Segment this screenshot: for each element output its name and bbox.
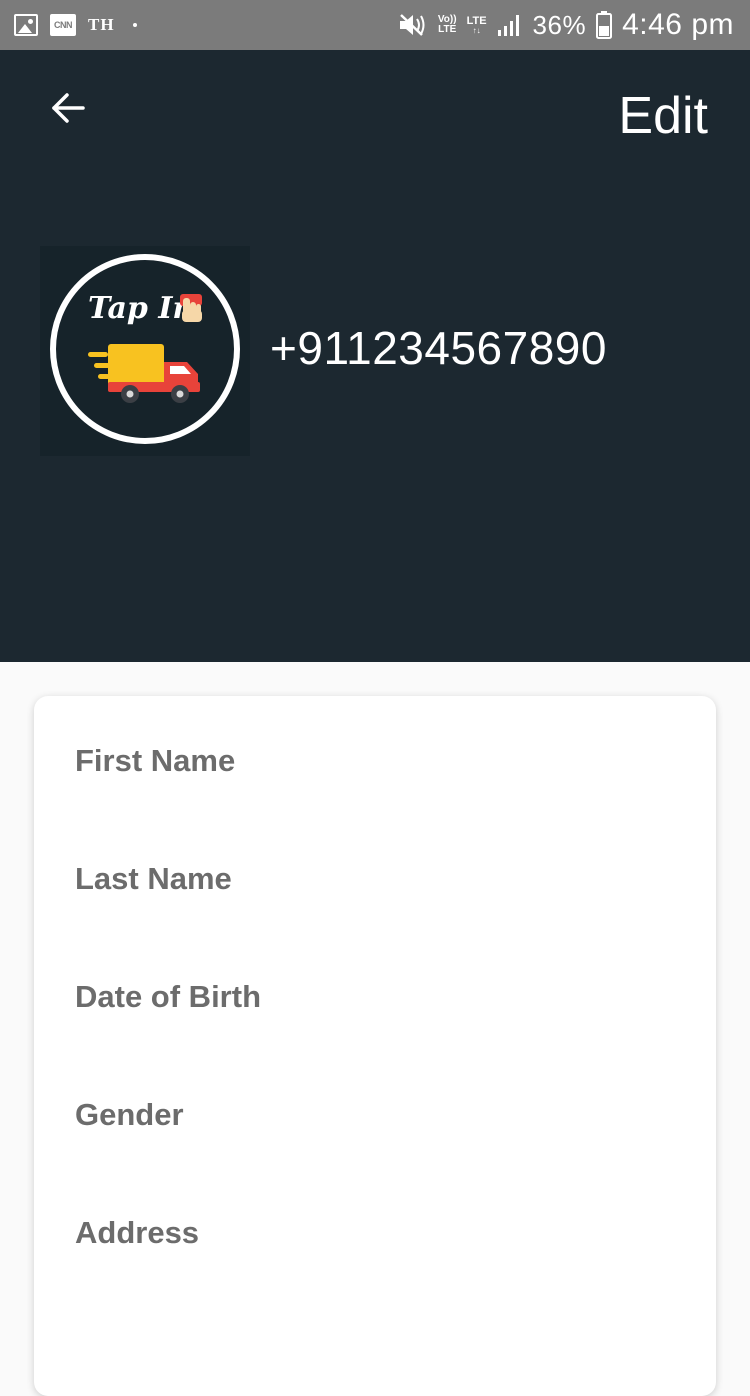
phone-number: +911234567890 <box>270 322 607 374</box>
date-of-birth-label: Date of Birth <box>75 979 261 1014</box>
first-name-label: First Name <box>75 743 236 778</box>
image-icon <box>14 14 38 36</box>
address-field: Address <box>75 1213 686 1331</box>
status-bar: CNN TH Vo)) LTE LTE ↑↓ 36% 4:46 pm <box>0 0 750 50</box>
carrier-text: TH <box>88 15 115 34</box>
edit-button[interactable]: Edit <box>618 86 708 146</box>
last-name-label: Last Name <box>75 861 232 896</box>
first-name-field: First Name <box>75 741 686 859</box>
date-of-birth-field: Date of Birth <box>75 977 686 1095</box>
gender-label: Gender <box>75 1097 184 1132</box>
profile-header: Edit Tap In +911234567890 <box>0 50 750 662</box>
cnn-icon: CNN <box>50 14 76 36</box>
status-left: CNN TH <box>14 0 137 50</box>
signal-icon <box>497 12 523 38</box>
status-right: Vo)) LTE LTE ↑↓ 36% 4:46 pm <box>398 0 734 50</box>
arrow-left-icon <box>52 93 85 123</box>
volte-icon: Vo)) LTE <box>438 15 457 35</box>
date-of-birth-input[interactable] <box>75 1027 686 1067</box>
address-input[interactable] <box>75 1263 686 1303</box>
first-name-input[interactable] <box>75 791 686 831</box>
profile-card: First Name Last Name Date of Birth Gende… <box>34 696 716 1396</box>
hand-icon <box>180 294 202 322</box>
app-logo: Tap In <box>40 246 250 456</box>
last-name-input[interactable] <box>75 909 686 949</box>
logo-wordmark: Tap In <box>88 291 194 326</box>
lte-arrows: ↑↓ <box>472 25 481 35</box>
notification-dot <box>132 23 137 27</box>
mute-icon <box>398 12 428 38</box>
gender-field: Gender <box>75 1095 686 1213</box>
lte-icon: LTE ↑↓ <box>466 14 487 35</box>
volte-bottom: LTE <box>438 24 457 35</box>
battery-percent: 36% <box>532 9 587 40</box>
address-label: Address <box>75 1215 200 1250</box>
gender-input[interactable] <box>75 1145 686 1185</box>
clock: 4:46 pm <box>622 8 734 41</box>
back-button[interactable] <box>40 80 96 136</box>
last-name-field: Last Name <box>75 859 686 977</box>
battery-icon <box>596 11 613 39</box>
lte-label: LTE <box>466 14 487 27</box>
